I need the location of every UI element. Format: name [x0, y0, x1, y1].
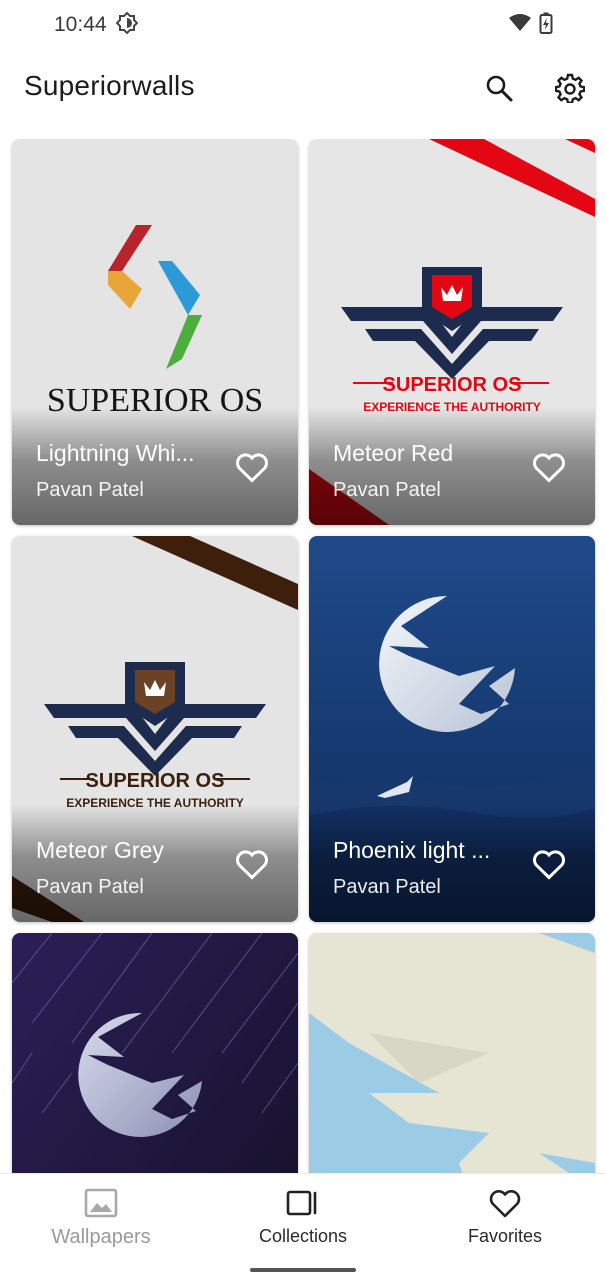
logo-text: SUPERIOR OS	[86, 770, 225, 792]
battery-charging-icon	[539, 12, 553, 39]
app-bar: Superiorwalls	[0, 56, 606, 120]
wallpaper-card[interactable]: Phoenix light ... Pavan Patel	[309, 536, 595, 922]
wallpaper-card[interactable]	[309, 933, 595, 1173]
brightness-icon	[115, 11, 139, 39]
settings-button[interactable]	[550, 68, 590, 108]
wallpaper-title: Phoenix light ...	[333, 837, 491, 863]
nav-item-favorites[interactable]: Favorites	[404, 1174, 606, 1264]
nav-label-favorites: Favorites	[467, 1226, 543, 1246]
wallpaper-thumbnail	[12, 933, 298, 1173]
nav-item-wallpapers[interactable]: Wallpapers	[0, 1174, 202, 1264]
wallpaper-title: Meteor Grey	[36, 837, 164, 863]
nav-label-wallpapers: Wallpapers	[51, 1226, 151, 1248]
gear-icon	[555, 73, 585, 103]
wallpaper-title: Meteor Red	[333, 440, 454, 466]
app-title: Superiorwalls	[24, 70, 195, 101]
favorite-heart-icon[interactable]	[234, 449, 270, 485]
wallpaper-author: Pavan Patel	[36, 876, 144, 898]
bottom-navigation: Wallpapers Collections Favorites	[0, 1173, 606, 1281]
wallpaper-author: Pavan Patel	[333, 479, 441, 501]
wifi-icon	[509, 14, 531, 37]
wallpaper-card[interactable]: SUPERIOR OS EXPERIENCE THE AUTHORITY Met…	[12, 536, 298, 922]
gesture-handle[interactable]	[250, 1268, 356, 1272]
status-bar: 10:44	[0, 0, 606, 50]
heart-icon	[489, 1190, 521, 1218]
wallpaper-author: Pavan Patel	[36, 479, 144, 501]
nav-label-collections: Collections	[258, 1226, 348, 1246]
wallpaper-grid: SUPERIOR OS Lightning Whi... Pavan Patel…	[0, 139, 606, 1173]
status-time: 10:44	[54, 13, 107, 36]
favorite-heart-icon[interactable]	[531, 449, 567, 485]
favorite-heart-icon[interactable]	[531, 846, 567, 882]
search-button[interactable]	[479, 68, 519, 108]
wallpaper-thumbnail	[309, 933, 595, 1173]
wallpaper-author: Pavan Patel	[333, 876, 441, 898]
nav-item-collections[interactable]: Collections	[202, 1174, 404, 1264]
search-icon	[486, 75, 513, 102]
wallpaper-card[interactable]: SUPERIOR OS Lightning Whi... Pavan Patel	[12, 139, 298, 525]
wallpaper-card[interactable]	[12, 933, 298, 1173]
wallpaper-card[interactable]: SUPERIOR OS EXPERIENCE THE AUTHORITY Met…	[309, 139, 595, 525]
favorite-heart-icon[interactable]	[234, 846, 270, 882]
logo-text: SUPERIOR OS	[383, 374, 522, 396]
image-icon	[84, 1188, 118, 1218]
wallpaper-title: Lightning Whi...	[36, 440, 195, 466]
collections-icon	[286, 1190, 317, 1216]
